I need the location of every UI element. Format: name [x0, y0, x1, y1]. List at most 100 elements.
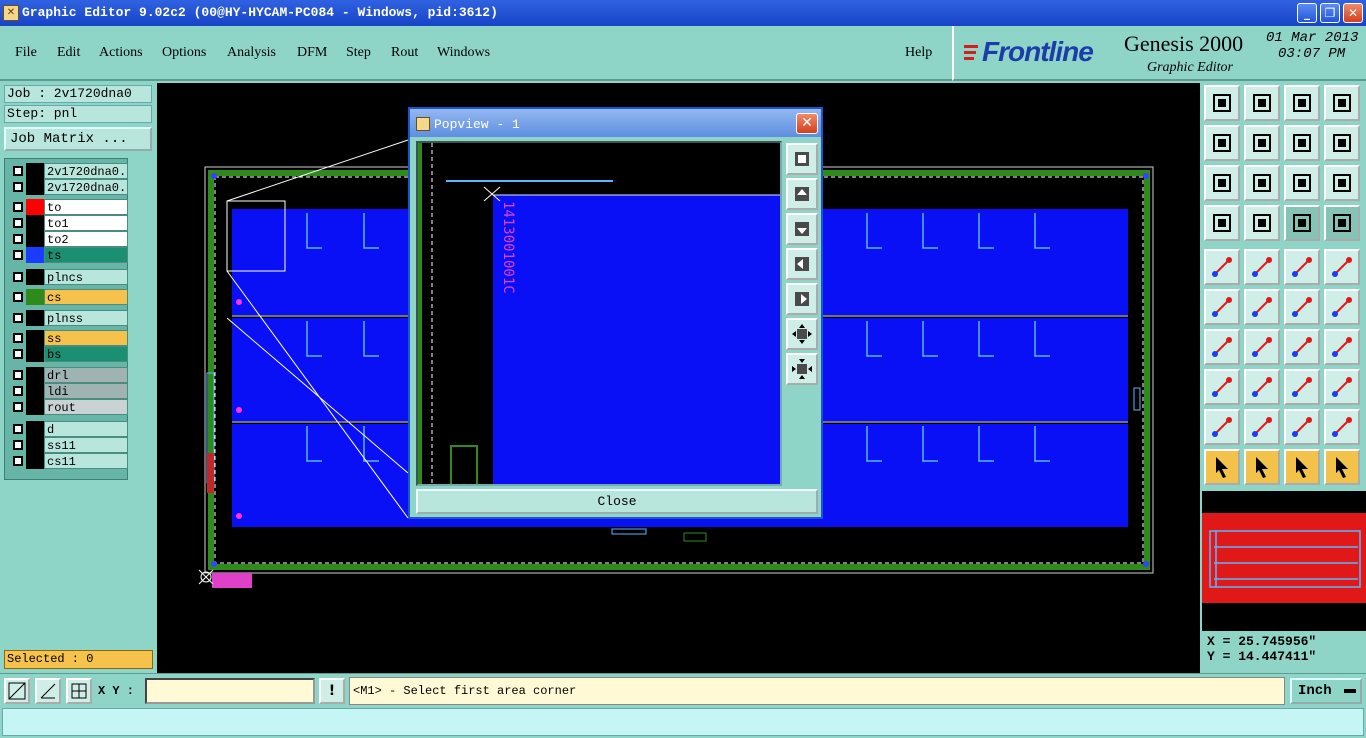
pad-icon[interactable]: [1204, 249, 1240, 285]
measure-icon[interactable]: [35, 678, 61, 704]
triangle-arrow-icon[interactable]: [1284, 409, 1320, 445]
layer-checkbox[interactable]: [13, 402, 23, 412]
layer-name[interactable]: ss11: [44, 437, 128, 453]
layer-row[interactable]: plnss: [8, 310, 128, 326]
layer-checkbox[interactable]: [13, 333, 23, 343]
scale-icon[interactable]: [1284, 165, 1320, 201]
line-icon[interactable]: [1244, 369, 1280, 405]
grid-icon[interactable]: [1244, 205, 1280, 241]
layer-row[interactable]: drl: [8, 367, 128, 383]
net-icon[interactable]: [1284, 205, 1320, 241]
pointer-box-icon[interactable]: [1244, 449, 1280, 485]
layer-row[interactable]: to: [8, 199, 128, 215]
move-down-icon[interactable]: [1244, 85, 1280, 121]
pv-pan-up-icon[interactable]: [786, 178, 818, 210]
move-right-icon[interactable]: [1244, 125, 1280, 161]
home-icon[interactable]: [1284, 85, 1320, 121]
menu-step[interactable]: Step: [346, 45, 371, 61]
layer-name[interactable]: bs: [44, 346, 128, 362]
layer-color-swatch[interactable]: [26, 330, 44, 346]
menu-edit[interactable]: Edit: [57, 45, 80, 61]
layer-checkbox[interactable]: [13, 250, 23, 260]
menu-analysis[interactable]: Analysis: [227, 45, 276, 61]
connect-icon[interactable]: [1204, 289, 1240, 325]
layer-row[interactable]: ts: [8, 247, 128, 263]
pv-zoom-in-icon[interactable]: [786, 353, 818, 385]
layer-color-swatch[interactable]: [26, 421, 44, 437]
popview-canvas[interactable]: 1413001001C: [416, 141, 782, 486]
layer-checkbox[interactable]: [13, 349, 23, 359]
layer-row[interactable]: rout: [8, 399, 128, 415]
layer-checkbox[interactable]: [13, 272, 23, 282]
triangle-icon[interactable]: [1204, 409, 1240, 445]
close-button[interactable]: ✕: [1343, 3, 1363, 23]
layer-color-swatch[interactable]: [26, 179, 44, 195]
snap-grid-icon[interactable]: [66, 678, 92, 704]
layer-name[interactable]: drl: [44, 367, 128, 383]
layer-checkbox[interactable]: [13, 386, 23, 396]
circle-icon[interactable]: [1324, 249, 1360, 285]
layer-color-swatch[interactable]: [26, 231, 44, 247]
menu-windows[interactable]: Windows: [437, 45, 490, 61]
layer-color-swatch[interactable]: [26, 269, 44, 285]
mirror-icon[interactable]: [1324, 329, 1360, 365]
line-point-icon[interactable]: [1284, 289, 1320, 325]
measure-icon[interactable]: [1284, 369, 1320, 405]
layer-color-swatch[interactable]: [26, 215, 44, 231]
menu-rout[interactable]: Rout: [391, 45, 418, 61]
unit-selector[interactable]: Inch: [1290, 678, 1362, 704]
menu-options[interactable]: Options: [162, 45, 206, 61]
layer-color-swatch[interactable]: [26, 199, 44, 215]
pointer-net-icon[interactable]: [1324, 449, 1360, 485]
popview-close-button[interactable]: Close: [416, 489, 818, 514]
job-matrix-button[interactable]: Job Matrix ...: [4, 127, 152, 151]
layer-name[interactable]: plncs: [44, 269, 128, 285]
layer-checkbox[interactable]: [13, 202, 23, 212]
layer-color-swatch[interactable]: [26, 367, 44, 383]
rotate-icon[interactable]: [1284, 329, 1320, 365]
layer-name[interactable]: d: [44, 421, 128, 437]
layer-color-swatch[interactable]: [26, 437, 44, 453]
move-left-icon[interactable]: [1204, 125, 1240, 161]
pv-pan-left-icon[interactable]: [786, 248, 818, 280]
menu-help[interactable]: Help: [905, 45, 932, 61]
layer-name[interactable]: to1: [44, 215, 128, 231]
layer-checkbox[interactable]: [13, 370, 23, 380]
layer-row[interactable]: ldi: [8, 383, 128, 399]
pointer-circle-icon[interactable]: [1284, 449, 1320, 485]
maximize-button[interactable]: ❐: [1320, 3, 1340, 23]
layer-name[interactable]: ss: [44, 330, 128, 346]
layer-name[interactable]: cs11: [44, 453, 128, 469]
zoom-in-icon[interactable]: [1244, 165, 1280, 201]
overview-thumbnail[interactable]: [1202, 491, 1366, 631]
move-up-icon[interactable]: [1204, 85, 1240, 121]
layer-row[interactable]: cs: [8, 289, 128, 305]
minimize-button[interactable]: _: [1297, 3, 1317, 23]
layer-color-swatch[interactable]: [26, 346, 44, 362]
pv-pan-right-icon[interactable]: [786, 283, 818, 315]
layer-color-swatch[interactable]: [26, 453, 44, 469]
zoom-out-icon[interactable]: [1204, 165, 1240, 201]
layer-row[interactable]: ss11: [8, 437, 128, 453]
layer-name[interactable]: ts: [44, 247, 128, 263]
menu-file[interactable]: File: [15, 45, 37, 61]
help-icon[interactable]: [1324, 165, 1360, 201]
layer-name[interactable]: 2v1720dna0.: [44, 163, 128, 179]
alert-icon[interactable]: !: [319, 678, 345, 704]
layer-name[interactable]: rout: [44, 399, 128, 415]
pv-zoom-home-icon[interactable]: [786, 143, 818, 175]
layer-checkbox[interactable]: [13, 166, 23, 176]
layer-color-swatch[interactable]: [26, 163, 44, 179]
layer-color-swatch[interactable]: [26, 383, 44, 399]
settings-icon[interactable]: [1204, 205, 1240, 241]
menu-dfm[interactable]: DFM: [297, 45, 327, 61]
net-alt-icon[interactable]: [1324, 205, 1360, 241]
pv-zoom-out-icon[interactable]: [786, 318, 818, 350]
popview-titlebar[interactable]: Popview - 1 ✕: [410, 109, 821, 137]
layer-color-swatch[interactable]: [26, 399, 44, 415]
layer-row[interactable]: ss: [8, 330, 128, 346]
layer-checkbox[interactable]: [13, 218, 23, 228]
redo-icon[interactable]: [1324, 125, 1360, 161]
layer-checkbox[interactable]: [13, 182, 23, 192]
ruler-icon[interactable]: [1284, 249, 1320, 285]
